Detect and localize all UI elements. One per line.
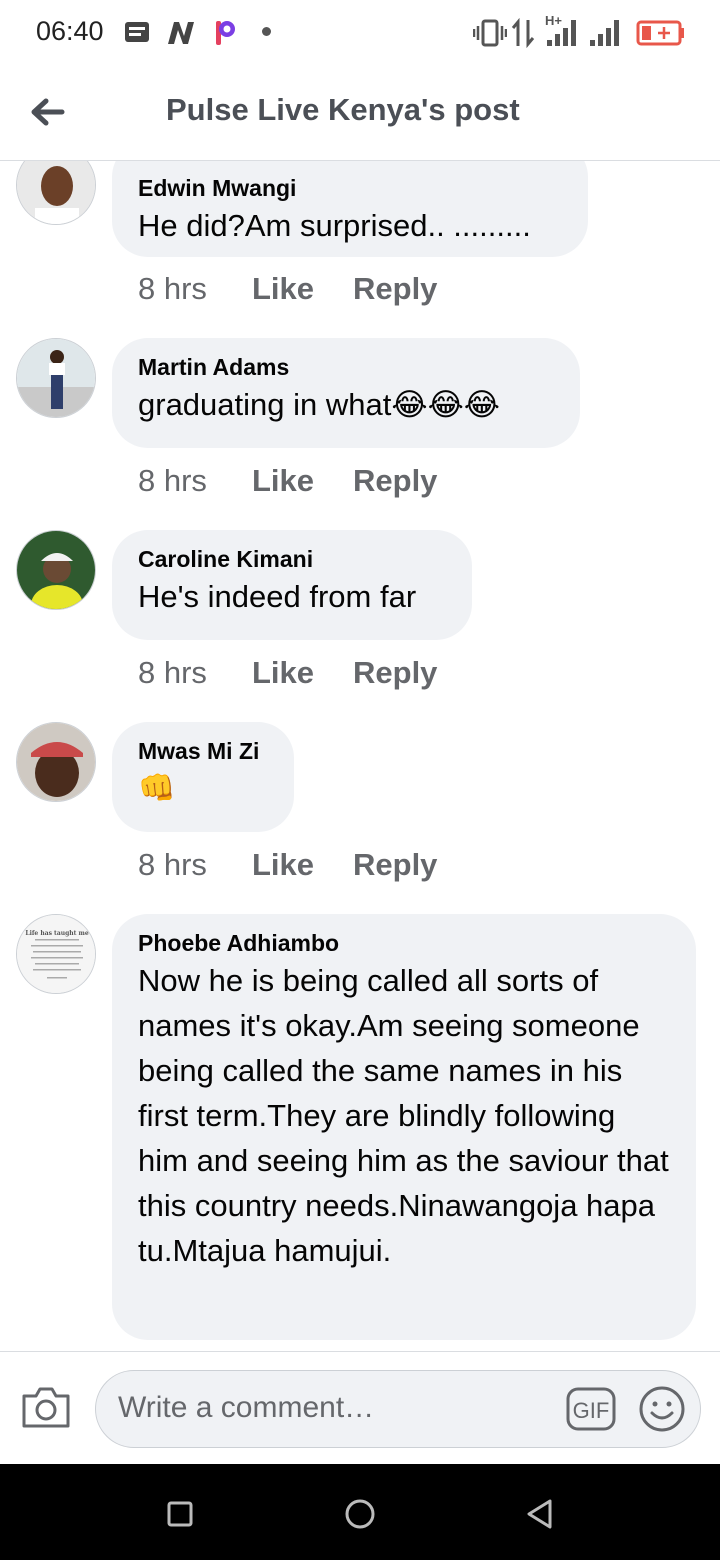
- comments-feed[interactable]: Edwin Mwangi He did?Am surprised.. .....…: [0, 161, 720, 1351]
- comment-text: Now he is being called all sorts of name…: [138, 963, 669, 1268]
- gif-label: GIF: [573, 1398, 610, 1423]
- comment-author[interactable]: Edwin Mwangi: [138, 173, 562, 203]
- comment-bubble[interactable]: Mwas Mi Zi 👊: [112, 722, 294, 832]
- comment-author[interactable]: Caroline Kimani: [138, 544, 446, 574]
- comment-text: He did?Am surprised.. .........: [138, 208, 531, 243]
- comment-author[interactable]: Mwas Mi Zi: [138, 736, 268, 766]
- page-title: Pulse Live Kenya's post: [166, 92, 520, 127]
- news-notification-icon: [168, 22, 194, 44]
- more-notifications-dot: [262, 27, 271, 36]
- avatar[interactable]: [16, 530, 96, 610]
- avatar[interactable]: Life has taught me: [16, 914, 96, 994]
- comment-composer: Write a comment… GIF: [0, 1351, 720, 1465]
- reply-button[interactable]: Reply: [353, 463, 437, 499]
- signal-strength-2-icon: [590, 20, 619, 46]
- comment-bubble[interactable]: Caroline Kimani He's indeed from far: [112, 530, 472, 640]
- battery-low-icon: [636, 20, 684, 46]
- comment-text: He's indeed from far: [138, 579, 417, 614]
- comment-bubble[interactable]: Edwin Mwangi He did?Am surprised.. .....…: [112, 161, 588, 257]
- like-button[interactable]: Like: [252, 655, 314, 691]
- gif-icon[interactable]: GIF: [566, 1387, 616, 1431]
- back-arrow-icon[interactable]: [24, 88, 72, 136]
- message-notification-icon: [125, 22, 149, 42]
- status-time: 06:40: [36, 16, 104, 46]
- like-button[interactable]: Like: [252, 847, 314, 883]
- system-nav-bar: [0, 1464, 720, 1560]
- comment-placeholder: Write a comment…: [118, 1391, 375, 1424]
- comment-input[interactable]: Write a comment… GIF: [95, 1370, 701, 1448]
- emoji-icon[interactable]: [638, 1385, 686, 1433]
- status-bar: 06:40 H+: [0, 0, 720, 66]
- nav-back-triangle-icon[interactable]: [520, 1494, 560, 1534]
- like-button[interactable]: Like: [252, 271, 314, 307]
- signal-strength-icon: [547, 20, 576, 46]
- comment-text: 👊: [138, 772, 176, 805]
- comment-time: 8 hrs: [138, 463, 207, 498]
- avatar[interactable]: [16, 722, 96, 802]
- nav-circle-icon[interactable]: [340, 1494, 380, 1534]
- like-button[interactable]: Like: [252, 463, 314, 499]
- reply-button[interactable]: Reply: [353, 655, 437, 691]
- comment-author[interactable]: Martin Adams: [138, 352, 554, 382]
- gif-button[interactable]: GIF: [566, 1387, 616, 1431]
- app-notification-icon: [216, 21, 235, 45]
- comment-bubble[interactable]: Phoebe Adhiambo Now he is being called a…: [112, 914, 696, 1340]
- post-header: Pulse Live Kenya's post: [0, 66, 720, 161]
- comment-author[interactable]: Phoebe Adhiambo: [138, 928, 670, 958]
- reply-button[interactable]: Reply: [353, 271, 437, 307]
- avatar[interactable]: [16, 161, 96, 225]
- camera-icon[interactable]: [20, 1382, 72, 1432]
- comment-time: 8 hrs: [138, 847, 207, 882]
- comment-time: 8 hrs: [138, 271, 207, 306]
- avatar[interactable]: [16, 338, 96, 418]
- comment-bubble[interactable]: Martin Adams graduating in what😂😂😂: [112, 338, 580, 448]
- data-transfer-icon: [511, 18, 535, 48]
- comment-time: 8 hrs: [138, 655, 207, 690]
- comment-text: graduating in what😂😂😂: [138, 387, 501, 422]
- avatar-caption: Life has taught me: [25, 930, 88, 937]
- nav-square-icon[interactable]: [160, 1494, 200, 1534]
- vibrate-icon: [473, 19, 507, 47]
- reply-button[interactable]: Reply: [353, 847, 437, 883]
